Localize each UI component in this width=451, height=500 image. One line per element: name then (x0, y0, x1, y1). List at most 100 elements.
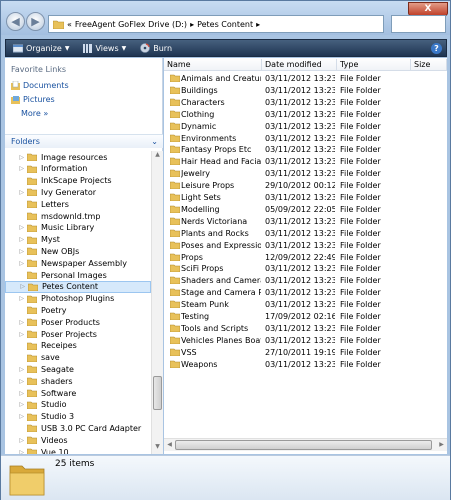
tree-item[interactable]: ▷ Myst (5, 234, 151, 246)
close-button[interactable]: X (408, 2, 448, 16)
file-row[interactable]: Weapons 03/11/2012 13:23 File Folder (164, 359, 447, 370)
file-row[interactable]: VSS 27/10/2011 19:19 File Folder (164, 347, 447, 358)
tree-item[interactable]: ▷ Photoshop Plugins (5, 293, 151, 305)
tree-item[interactable]: ▷ shaders (5, 375, 151, 387)
organize-button[interactable]: Organize ▼ (6, 40, 76, 56)
file-row[interactable]: Light Sets 03/11/2012 13:23 File Folder (164, 192, 447, 203)
expand-arrow-icon[interactable]: ▷ (5, 165, 27, 172)
scroll-left-icon[interactable]: ◀ (164, 439, 175, 451)
column-header-size[interactable]: Size (411, 59, 447, 70)
file-row[interactable]: Vehicles Planes Boats 03/11/2012 13:23 Fil… (164, 335, 447, 346)
file-row[interactable]: Tools and Scripts 03/11/2012 13:23 File Fo… (164, 323, 447, 334)
expand-arrow-icon[interactable]: ▷ (5, 331, 27, 338)
folder-tree-scrollbar[interactable]: ▲ ▼ (151, 151, 163, 454)
expand-arrow-icon[interactable]: ▷ (5, 295, 27, 302)
tree-item[interactable]: ▷ Videos (5, 434, 151, 446)
tree-item[interactable]: ▷ Software (5, 387, 151, 399)
file-row[interactable]: Jewelry 03/11/2012 13:23 File Folder (164, 168, 447, 179)
tree-item[interactable]: ▷ Studio (5, 399, 151, 411)
expand-arrow-icon[interactable]: ▷ (5, 366, 27, 373)
search-input[interactable] (391, 15, 446, 33)
file-row[interactable]: Modelling 05/09/2012 22:05 File Folder (164, 204, 447, 215)
tree-item[interactable]: Letters (5, 198, 151, 210)
file-row[interactable]: Animals and Creatures 03/11/2012 13:23 Fil… (164, 73, 447, 84)
tree-item[interactable]: ▷ Petes Content (5, 280, 151, 293)
file-row[interactable]: Testing 17/09/2012 02:16 File Folder (164, 311, 447, 322)
favorite-link-documents[interactable]: Documents (11, 81, 69, 90)
file-date: 03/11/2012 13:23 (265, 359, 335, 369)
file-row[interactable]: Poses and Expressions 03/11/2012 13:23 Fil… (164, 240, 447, 251)
address-bar[interactable]: « FreeAgent GoFlex Drive (D:) ▸ Petes Co… (48, 15, 384, 33)
file-row[interactable]: Environments 03/11/2012 13:23 File Folder (164, 133, 447, 144)
file-row[interactable]: Characters 03/11/2012 13:23 File Folder (164, 97, 447, 108)
file-row[interactable]: Stage and Camera Props 03/11/2012 13:23 Fi… (164, 287, 447, 298)
burn-button[interactable]: Burn (133, 40, 179, 56)
back-button[interactable]: ◀ (6, 12, 25, 31)
scrollbar-thumb[interactable] (153, 376, 162, 410)
tree-item[interactable]: USB 3.0 PC Card Adapter (5, 422, 151, 434)
file-row[interactable]: Props 12/09/2012 22:49 File Folder (164, 252, 447, 263)
tree-item[interactable]: save (5, 352, 151, 364)
file-row[interactable]: Buildings 03/11/2012 13:23 File Folder (164, 85, 447, 96)
tree-item[interactable]: ▷ Ivy Generator (5, 186, 151, 198)
folder-icon (170, 336, 180, 344)
expand-arrow-icon[interactable]: ▷ (5, 401, 27, 408)
expand-arrow-icon[interactable]: ▷ (5, 248, 27, 255)
expand-arrow-icon[interactable]: ▷ (5, 236, 27, 243)
tree-item[interactable]: ▷ Music Library (5, 222, 151, 234)
tree-item[interactable]: ▷ Poser Products (5, 316, 151, 328)
expand-arrow-icon[interactable]: ▷ (5, 449, 27, 455)
help-icon[interactable]: ? (431, 43, 442, 54)
tree-item[interactable]: Personal Images (5, 269, 151, 281)
expand-arrow-icon[interactable]: ▷ (5, 224, 27, 231)
tree-item[interactable]: ▷ Newspaper Assembly (5, 257, 151, 269)
expand-arrow-icon[interactable]: ▷ (5, 154, 27, 161)
tree-item[interactable]: ▷ New OBJs (5, 245, 151, 257)
tree-item[interactable]: ▷ Seagate (5, 363, 151, 375)
file-name: Vehicles Planes Boats (181, 335, 261, 345)
tree-item[interactable]: Receipes (5, 340, 151, 352)
column-header-type[interactable]: Type (337, 59, 411, 70)
tree-item[interactable]: ▷ Image resources (5, 151, 151, 163)
file-row[interactable]: Nerds Victoriana 03/11/2012 13:23 File Fol… (164, 216, 447, 227)
expand-arrow-icon[interactable]: ▷ (5, 189, 27, 196)
tree-item[interactable]: Poetry (5, 304, 151, 316)
expand-arrow-icon[interactable]: ▷ (5, 437, 27, 444)
file-row[interactable]: SciFi Props 03/11/2012 13:23 File Folder (164, 263, 447, 274)
file-list-scrollbar[interactable]: ◀ ▶ (164, 438, 447, 451)
address-segment-folder[interactable]: Petes Content (197, 20, 253, 29)
file-row[interactable]: Plants and Rocks 03/11/2012 13:23 File Fol… (164, 228, 447, 239)
expand-arrow-icon[interactable]: ▷ (5, 378, 27, 385)
expand-arrow-icon[interactable]: ▷ (6, 283, 28, 290)
file-row[interactable]: Fantasy Props Etc 03/11/2012 13:23 File Fo… (164, 144, 447, 155)
file-row[interactable]: Steam Punk 03/11/2012 13:23 File Folder (164, 299, 447, 310)
folders-header[interactable]: Folders ⌄ (5, 134, 163, 148)
column-header-date[interactable]: Date modified (262, 59, 337, 70)
tree-item[interactable]: msdownld.tmp (5, 210, 151, 222)
tree-item[interactable]: ▷ Poser Projects (5, 328, 151, 340)
address-segment-drive[interactable]: FreeAgent GoFlex Drive (D:) (75, 20, 187, 29)
expand-arrow-icon[interactable]: ▷ (5, 413, 27, 420)
favorite-link-pictures[interactable]: Pictures (11, 95, 55, 104)
file-row[interactable]: Clothing 03/11/2012 13:23 File Folder (164, 109, 447, 120)
file-row[interactable]: Dynamic 03/11/2012 13:23 File Folder (164, 121, 447, 132)
file-type: File Folder (340, 169, 381, 179)
scroll-up-icon[interactable]: ▲ (152, 151, 163, 162)
file-row[interactable]: Shaders and Cameras 03/11/2012 13:23 File … (164, 275, 447, 286)
expand-arrow-icon[interactable]: ▷ (5, 260, 27, 267)
file-row[interactable]: Leisure Props 29/10/2012 00:12 File Folder (164, 180, 447, 191)
expand-arrow-icon[interactable]: ▷ (5, 319, 27, 326)
tree-item[interactable]: ▷ Information (5, 163, 151, 175)
tree-item[interactable]: InkScape Projects (5, 175, 151, 187)
tree-item[interactable]: ▷ Vue 10 (5, 446, 151, 454)
scrollbar-thumb[interactable] (175, 440, 432, 450)
scroll-down-icon[interactable]: ▼ (152, 443, 163, 454)
scroll-right-icon[interactable]: ▶ (436, 439, 447, 451)
file-row[interactable]: Hair Head and Facial 03/11/2012 13:23 File… (164, 156, 447, 167)
forward-button[interactable]: ▶ (26, 12, 45, 31)
column-header-name[interactable]: Name (164, 59, 262, 70)
views-button[interactable]: Views ▼ (76, 40, 133, 56)
expand-arrow-icon[interactable]: ▷ (5, 390, 27, 397)
more-links-button[interactable]: More » (21, 109, 48, 118)
tree-item[interactable]: ▷ Studio 3 (5, 411, 151, 423)
